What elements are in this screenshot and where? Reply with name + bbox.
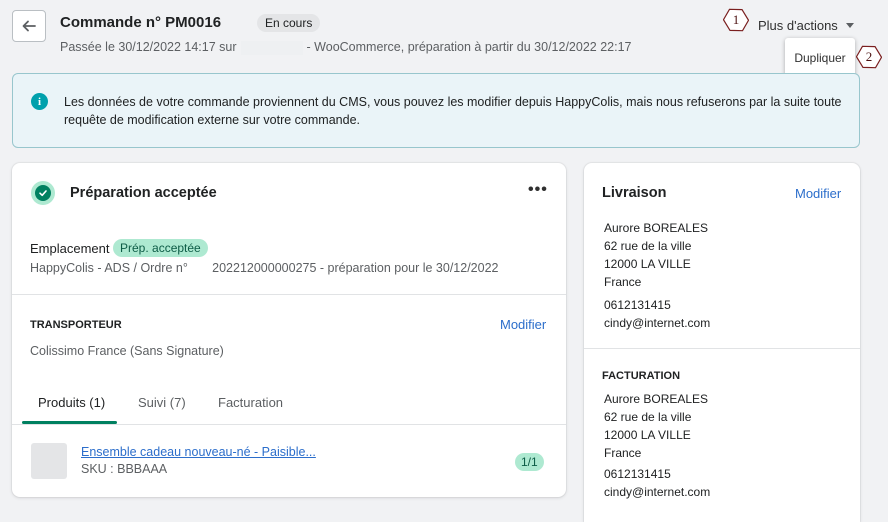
tabs-divider — [12, 424, 566, 425]
subtitle-after: - WooCommerce, préparation à partir du 3… — [306, 40, 632, 54]
divider — [12, 294, 566, 295]
billing-street: 62 rue de la ville — [604, 410, 692, 424]
back-button[interactable] — [12, 10, 46, 42]
duplicate-menu-item[interactable]: Dupliquer — [785, 38, 855, 78]
billing-country: France — [604, 446, 642, 460]
caret-down-icon — [845, 23, 854, 28]
delivery-phone: 0612131415 — [604, 298, 671, 312]
location-status-badge: Prép. acceptée — [113, 239, 208, 257]
billing-address: Aurore BOREALES 62 rue de la ville 12000… — [604, 390, 708, 462]
preparation-title: Préparation acceptée — [70, 185, 217, 201]
billing-city: 12000 LA VILLE — [604, 428, 691, 442]
info-banner-text: Les données de votre commande proviennen… — [64, 95, 842, 127]
delivery-title: Livraison — [602, 185, 667, 201]
redacted-shop-name — [240, 40, 303, 55]
quantity-badge: 1/1 — [515, 453, 544, 471]
divider — [584, 348, 860, 349]
check-circle-icon — [31, 181, 55, 205]
location-detail: HappyColis - ADS / Ordre n° 202212000000… — [30, 261, 499, 275]
billing-contact: 0612131415 cindy@internet.com — [604, 465, 710, 501]
duplicate-label: Dupliquer — [794, 51, 846, 65]
preparation-card: Préparation acceptée ••• Emplacement Pré… — [12, 163, 566, 497]
page-title: Commande n° PM0016 — [60, 14, 222, 31]
tab-products[interactable]: Produits (1) — [38, 395, 105, 410]
arrow-left-icon — [22, 20, 36, 32]
carrier-edit-link[interactable]: Modifier — [500, 317, 546, 332]
tab-billing[interactable]: Facturation — [218, 395, 283, 410]
billing-name: Aurore BOREALES — [604, 392, 709, 406]
more-actions-label: Plus d'actions — [758, 18, 838, 33]
delivery-street: 62 rue de la ville — [604, 239, 692, 253]
status-badge: En cours — [257, 14, 321, 32]
carrier-name: Colissimo France (Sans Signature) — [30, 344, 224, 358]
info-banner: i Les données de votre commande provienn… — [12, 73, 860, 148]
product-thumbnail — [31, 443, 67, 479]
annotation-marker-1: 1 — [722, 7, 750, 33]
order-subtitle: Passée le 30/12/2022 14:17 sur - WooComme… — [60, 40, 632, 55]
delivery-name: Aurore BOREALES — [604, 221, 709, 235]
billing-heading: FACTURATION — [602, 370, 681, 382]
more-options-icon[interactable]: ••• — [528, 181, 548, 199]
delivery-address: Aurore BOREALES 62 rue de la ville 12000… — [604, 219, 708, 291]
product-name-link[interactable]: Ensemble cadeau nouveau-né - Paisible... — [81, 445, 316, 459]
delivery-email: cindy@internet.com — [604, 316, 711, 330]
delivery-city: 12000 LA VILLE — [604, 257, 691, 271]
tab-tracking[interactable]: Suivi (7) — [138, 395, 186, 410]
billing-email: cindy@internet.com — [604, 485, 711, 499]
delivery-edit-link[interactable]: Modifier — [795, 186, 841, 201]
delivery-contact: 0612131415 cindy@internet.com — [604, 296, 710, 332]
info-icon: i — [31, 93, 48, 110]
annotation-marker-2: 2 — [855, 44, 883, 70]
subtitle-before: Passée le 30/12/2022 14:17 sur — [60, 40, 237, 54]
delivery-country: France — [604, 275, 642, 289]
product-sku: SKU : BBBAAA — [81, 462, 168, 476]
carrier-heading: TRANSPORTEUR — [30, 319, 122, 331]
delivery-card: Livraison Modifier Aurore BOREALES 62 ru… — [584, 163, 860, 522]
billing-phone: 0612131415 — [604, 467, 671, 481]
more-actions-button[interactable]: Plus d'actions — [758, 18, 854, 33]
location-label: Emplacement — [30, 241, 110, 256]
